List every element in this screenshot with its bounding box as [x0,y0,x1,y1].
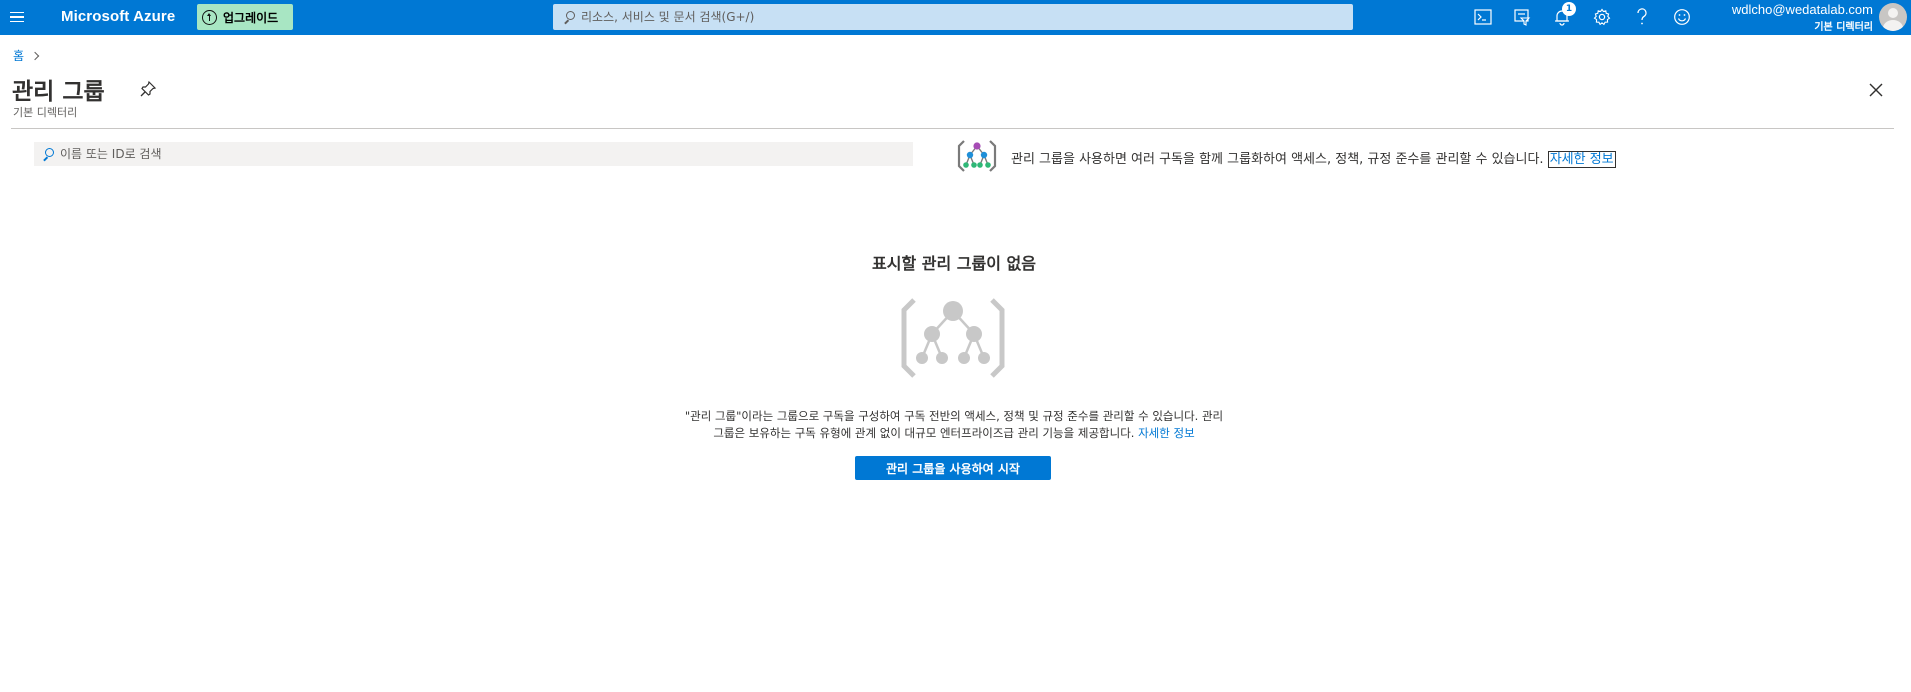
empty-state-description-line2: 그룹은 보유하는 구독 유형에 관계 없이 대규모 엔터프라이즈급 관리 기능을… [713,426,1135,440]
top-navigation-bar: Microsoft Azure 업그레이드 1 wdlcho@wedatalab… [0,0,1911,35]
feedback-icon[interactable] [1671,6,1693,28]
filter-search-input[interactable] [60,147,900,161]
help-icon[interactable] [1631,6,1653,28]
upgrade-button[interactable]: 업그레이드 [197,4,293,30]
cloud-shell-icon[interactable] [1472,6,1494,28]
account-directory: 기본 디렉터리 [1814,22,1873,33]
info-banner-text: 관리 그룹을 사용하면 여러 구독을 함께 그룹화하여 액세스, 정책, 규정 … [1011,148,1616,168]
info-banner-message: 관리 그룹을 사용하면 여러 구독을 함께 그룹화하여 액세스, 정책, 규정 … [1011,152,1544,167]
empty-state-description-line1: "관리 그룹"이라는 그룹으로 구독을 구성하여 구독 전반의 액세스, 정책 … [684,409,1224,423]
brand-title[interactable]: Microsoft Azure [61,8,175,25]
learn-more-link[interactable]: 자세한 정보 [1547,151,1616,168]
menu-icon[interactable] [6,5,28,29]
chevron-right-icon [30,51,40,60]
global-search-box[interactable] [553,4,1353,30]
account-menu[interactable]: wdlcho@wedatalab.com 기본 디렉터리 [1732,2,1873,33]
empty-state-title: 표시할 관리 그룹이 없음 [872,254,1036,273]
notifications-icon[interactable]: 1 [1551,2,1576,28]
upgrade-arrow-icon [202,9,217,25]
search-icon [42,148,54,160]
header-divider [11,128,1894,129]
start-using-management-groups-button[interactable]: 관리 그룹을 사용하여 시작 [855,456,1051,480]
page-subtitle: 기본 디렉터리 [13,106,78,119]
settings-icon[interactable] [1591,6,1613,28]
account-email: wdlcho@wedatalab.com [1731,2,1873,17]
empty-state-description: "관리 그룹"이라는 그룹으로 구독을 구성하여 구독 전반의 액세스, 정책 … [620,408,1288,442]
page-title: 관리 그룹 [12,79,105,105]
filter-search-box[interactable] [34,142,913,166]
management-group-empty-icon [900,296,1006,380]
breadcrumb-home-link[interactable]: 홈 [13,47,24,64]
upgrade-label: 업그레이드 [223,10,279,25]
empty-state-learn-more-link[interactable]: 자세한 정보 [1138,426,1195,440]
management-group-icon [956,137,998,175]
pin-icon[interactable] [139,80,157,98]
directory-filter-icon[interactable] [1511,6,1533,28]
avatar[interactable] [1879,3,1907,31]
close-icon[interactable] [1866,80,1886,100]
notification-count-badge: 1 [1562,2,1576,16]
search-icon [563,11,575,23]
global-search-input[interactable] [581,10,1341,24]
breadcrumb: 홈 [13,47,40,64]
